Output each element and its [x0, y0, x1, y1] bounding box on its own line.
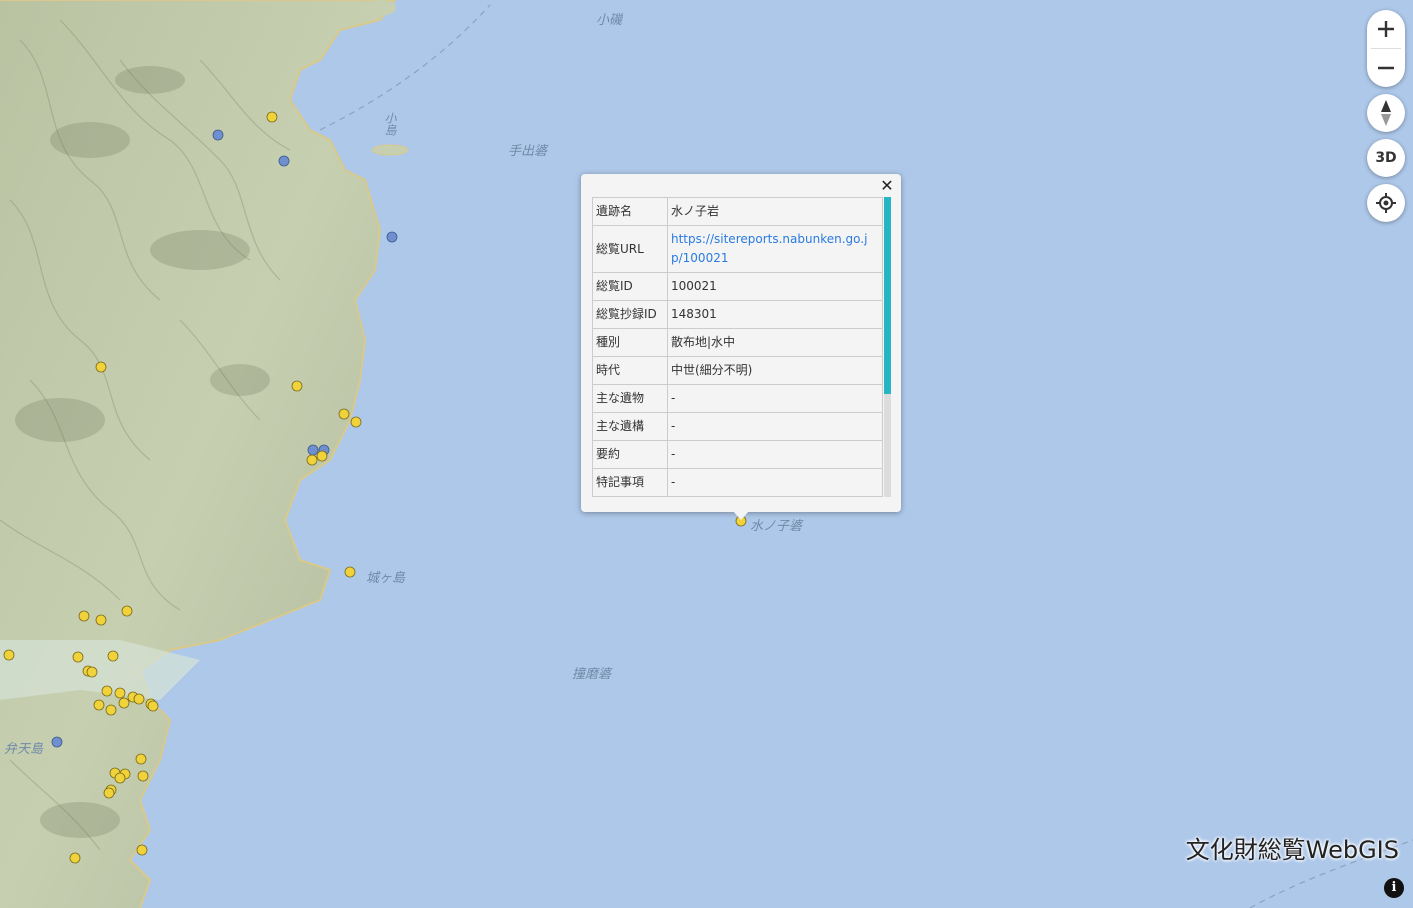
- place-label-tedebae: 手出碆: [508, 144, 548, 159]
- place-label-bentenjima: 弁天島: [4, 742, 44, 757]
- info-icon[interactable]: i: [1384, 878, 1404, 898]
- attribute-key: 遺跡名: [592, 197, 668, 226]
- place-label-kojima: 小島: [383, 112, 397, 136]
- attribute-value: 散布地|水中: [667, 328, 883, 357]
- attribute-value: 水ノ子岩: [667, 197, 883, 226]
- plus-icon: [1378, 21, 1394, 37]
- zoom-out-button[interactable]: [1367, 49, 1405, 87]
- attribute-value: https://sitereports.nabunken.go.jp/10002…: [667, 225, 883, 273]
- place-label-mizunokobae: 水ノ子碆: [750, 519, 803, 534]
- attribute-row: 市町村コード37322: [592, 496, 883, 497]
- attribute-key: 総覧抄録ID: [592, 300, 668, 329]
- attribute-row: 種別 散布地|水中: [592, 328, 883, 357]
- attribute-value: -: [667, 468, 883, 497]
- attribute-key: 市町村コード: [592, 496, 668, 497]
- attribute-key: 主な遺物: [592, 384, 668, 413]
- attribute-row: 総覧URL https://sitereports.nabunken.go.jp/…: [592, 225, 883, 273]
- attribute-row: 総覧抄録ID 148301: [592, 300, 883, 329]
- attribute-key: 要約: [592, 440, 668, 469]
- close-icon[interactable]: ✕: [879, 176, 895, 196]
- minus-icon: [1378, 66, 1394, 70]
- attribute-row: 主な遺構 -: [592, 412, 883, 441]
- popup-scroll-area[interactable]: 遺跡名 水ノ子岩 総覧URL https://sitereports.nabunken…: [592, 197, 892, 497]
- popup-pointer: [733, 511, 749, 520]
- attribute-key: 時代: [592, 356, 668, 385]
- report-url-link[interactable]: https://sitereports.nabunken.go.jp/10002…: [671, 232, 867, 265]
- mode-3d-button[interactable]: 3D: [1367, 139, 1405, 177]
- zoom-control: [1367, 10, 1405, 87]
- compass-icon: [1381, 100, 1391, 126]
- locate-button[interactable]: [1367, 184, 1405, 222]
- attribute-value: -: [667, 384, 883, 413]
- place-label-tsukimabae: 撞磨碆: [572, 667, 612, 682]
- attribute-table: 遺跡名 水ノ子岩 総覧URL https://sitereports.nabunken…: [592, 197, 883, 497]
- attribute-value: 148301: [667, 300, 883, 329]
- attribute-key: 種別: [592, 328, 668, 357]
- attribute-row: 時代 中世(細分不明): [592, 356, 883, 385]
- attribute-value: -: [667, 440, 883, 469]
- attribute-value: -: [667, 412, 883, 441]
- crosshair-icon: [1376, 193, 1396, 213]
- attribute-key: 総覧ID: [592, 272, 668, 301]
- app-brand-title: 文化財総覧WebGIS: [1185, 836, 1399, 864]
- zoom-in-button[interactable]: [1367, 10, 1405, 48]
- site-info-popup: ✕ 遺跡名 水ノ子岩 総覧URL https://sitereports.nabunk…: [581, 174, 901, 512]
- place-label-koiso: 小磯: [596, 13, 623, 28]
- attribute-key: 総覧URL: [592, 225, 668, 273]
- compass-button[interactable]: [1367, 94, 1405, 132]
- place-label-jogashima: 城ヶ島: [366, 571, 406, 586]
- scrollbar-thumb[interactable]: [884, 197, 891, 394]
- attribute-value: 100021: [667, 272, 883, 301]
- attribute-key: 主な遺構: [592, 412, 668, 441]
- attribute-row: 総覧ID 100021: [592, 272, 883, 301]
- attribute-row: 要約 -: [592, 440, 883, 469]
- attribute-value: 37322: [667, 496, 883, 497]
- attribute-row: 遺跡名 水ノ子岩: [592, 197, 883, 226]
- attribute-key: 特記事項: [592, 468, 668, 497]
- attribute-row: 主な遺物 -: [592, 384, 883, 413]
- attribute-value: 中世(細分不明): [667, 356, 883, 385]
- attribute-row: 特記事項 -: [592, 468, 883, 497]
